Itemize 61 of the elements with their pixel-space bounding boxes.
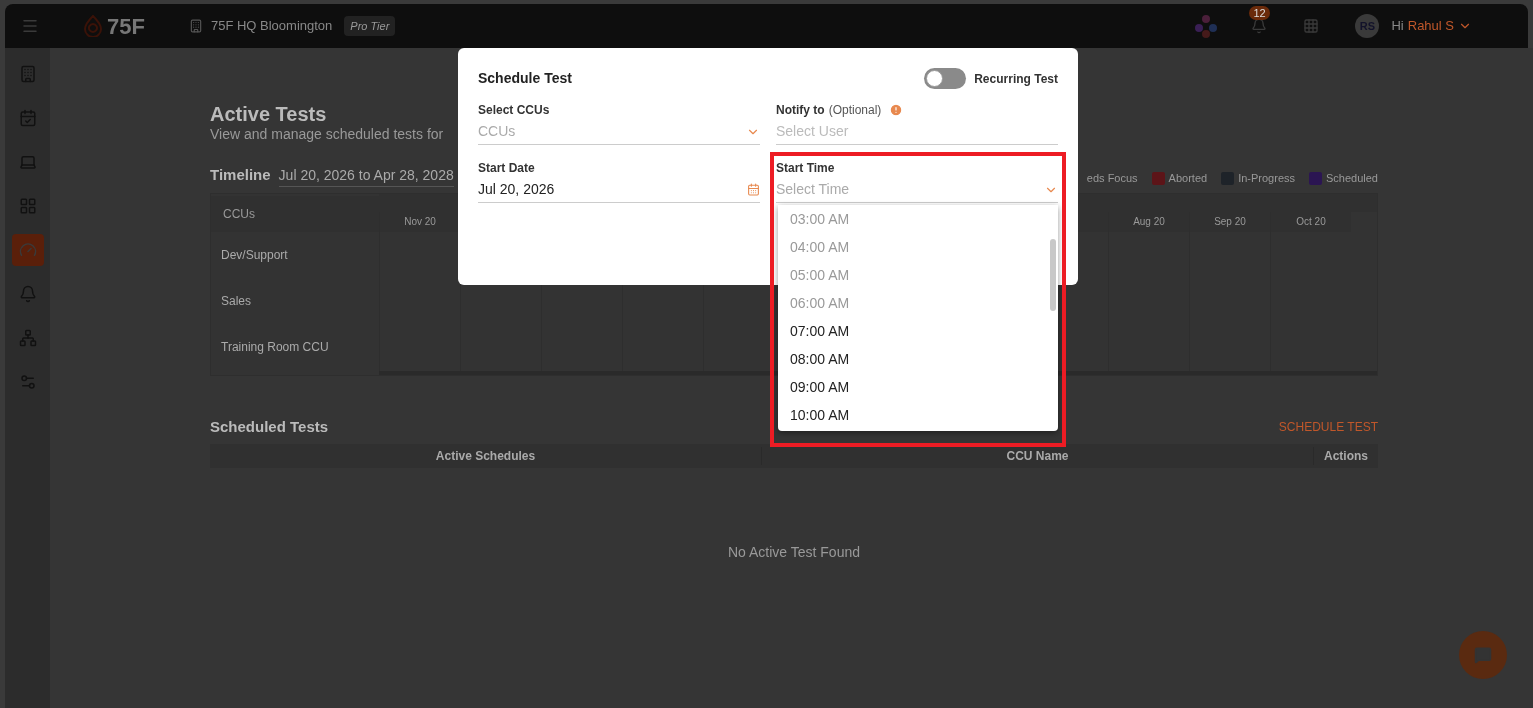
legend-label: Aborted	[1168, 171, 1208, 186]
bell-icon[interactable]	[1251, 18, 1268, 34]
recurring-toggle[interactable]	[924, 68, 967, 89]
month-label: Oct 20	[1296, 215, 1326, 229]
legend-label: Scheduled	[1326, 171, 1378, 186]
optional-hint: (Optional)	[828, 102, 882, 119]
table-cell-text: Sales	[220, 292, 253, 310]
toggle-label: Recurring Test	[974, 70, 1058, 88]
page-subtitle: View and manage scheduled tests for	[210, 126, 444, 142]
greeting-text: Hi	[1391, 17, 1404, 36]
chat-icon	[1474, 646, 1492, 664]
building-icon	[188, 19, 203, 33]
sidebar-item[interactable]	[11, 234, 44, 266]
building-icon	[18, 65, 37, 83]
logo-text: 75F	[107, 12, 145, 41]
month-label: Nov 20	[404, 215, 436, 229]
month-label: Aug 20	[1133, 215, 1165, 229]
date-field[interactable]: Jul 20, 2026	[478, 177, 760, 203]
bell-icon	[18, 285, 37, 303]
month-label: Sep 20	[1214, 215, 1246, 229]
field-label: Start Time	[776, 160, 836, 177]
time-select[interactable]: Select Time	[776, 177, 1058, 203]
calendar-check-icon	[18, 109, 37, 127]
schedule-test-link[interactable]: SCHEDULE TEST	[1278, 417, 1378, 436]
field-label: Select CCUs	[478, 102, 551, 119]
section-title: Scheduled Tests	[210, 416, 329, 437]
time-option[interactable]: 07:00 AM	[778, 317, 1050, 345]
hierarchy-icon	[18, 329, 37, 347]
table-cell-text: Dev/Support	[220, 246, 289, 264]
info-icon	[889, 103, 904, 117]
time-option[interactable]: 10:00 AM	[778, 401, 1050, 429]
page-title: Active Tests	[210, 102, 327, 126]
calendar-icon	[747, 183, 760, 196]
user-name[interactable]: Rahul S	[1407, 16, 1454, 36]
user-select[interactable]: Select User	[776, 119, 1058, 145]
tier-badge: Pro Tier	[344, 15, 396, 37]
field-label: Notify to	[776, 102, 825, 119]
logo-icon	[83, 15, 103, 37]
table-cell-text: Training Room CCU	[220, 338, 330, 356]
ccu-select[interactable]: CCUs	[478, 119, 760, 145]
scrollbar-thumb[interactable]	[1050, 239, 1056, 311]
colorful-circles-icon[interactable]	[1193, 13, 1220, 39]
time-option[interactable]: 08:00 AM	[778, 345, 1050, 373]
column-header: Active Schedules	[210, 447, 762, 465]
menu-icon[interactable]	[21, 17, 39, 35]
apps-grid-icon[interactable]	[1303, 18, 1320, 34]
date-range-field[interactable]: Jul 20, 2026 to Apr 28, 2028	[278, 164, 454, 187]
legend-label: In-Progress	[1238, 171, 1295, 186]
column-header: CCU Name	[762, 447, 1314, 465]
notification-count: 12	[1249, 6, 1270, 20]
building-name[interactable]: 75F HQ Bloomington	[210, 16, 333, 36]
empty-message: No Active Test Found	[727, 543, 860, 562]
field-label: Start Date	[478, 160, 536, 177]
time-option[interactable]: 09:00 AM	[778, 373, 1050, 401]
column-header: Actions	[1323, 448, 1369, 465]
timeline-title: Timeline	[210, 165, 271, 185]
gauge-icon	[18, 241, 37, 259]
legend-label: eds Focus	[1086, 171, 1138, 186]
laptop-icon	[18, 153, 37, 171]
grid-icon	[18, 197, 37, 215]
dialog-title: Schedule Test	[478, 69, 572, 88]
